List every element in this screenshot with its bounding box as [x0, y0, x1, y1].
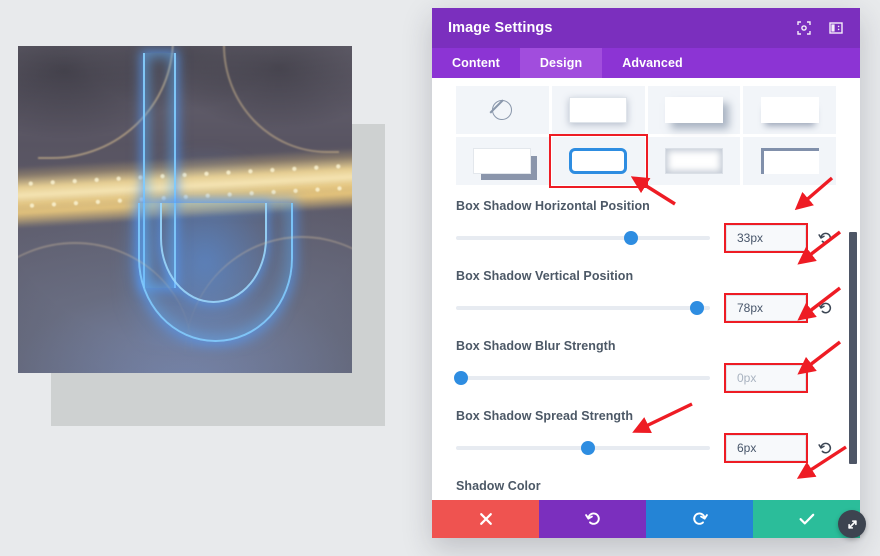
spread-strength-row: 6px: [456, 433, 836, 463]
modal-tabs: Content Design Advanced: [432, 48, 860, 78]
inner-shadow-swatch: [664, 148, 723, 174]
preview-image[interactable]: [18, 46, 352, 373]
blur-strength-input[interactable]: 0px: [724, 363, 808, 393]
slider-knob[interactable]: [624, 231, 639, 245]
horizontal-position-slider[interactable]: [456, 230, 710, 246]
slider-track: [456, 376, 710, 380]
horizontal-position-row: 33px: [456, 223, 836, 253]
blue-outline-shadow-swatch: [569, 148, 628, 174]
modal-header: Image Settings: [432, 8, 860, 48]
vertical-position-input[interactable]: 78px: [724, 293, 808, 323]
inner-shadow-preset[interactable]: [647, 137, 741, 185]
tab-content[interactable]: Content: [432, 48, 520, 78]
bottom-blur-shadow-swatch: [760, 97, 819, 123]
slider-track: [456, 306, 710, 310]
modal-footer: [432, 500, 860, 538]
redo-button[interactable]: [646, 500, 753, 538]
reset-spread-strength-icon[interactable]: [814, 441, 836, 456]
canvas-preview-area: [0, 0, 440, 556]
blur-strength-label: Box Shadow Blur Strength: [456, 339, 616, 353]
modal-title: Image Settings: [448, 20, 553, 36]
no-shadow-preset[interactable]: [456, 86, 549, 134]
vertical-position-label: Box Shadow Vertical Position: [456, 269, 634, 283]
undo-button[interactable]: [539, 500, 646, 538]
tab-design[interactable]: Design: [519, 48, 603, 78]
top-left-border-shadow-preset[interactable]: [743, 137, 836, 185]
modal-scroll-content: Box Shadow Horizontal Position 33px Box …: [432, 78, 860, 500]
blue-outline-shadow-preset[interactable]: [548, 134, 648, 188]
hard-offset-shadow-preset[interactable]: [456, 137, 549, 185]
modal-scrollbar-thumb[interactable]: [849, 232, 857, 464]
no-shadow-icon: [492, 100, 513, 120]
box-shadow-preset-grid: [456, 86, 836, 188]
bottom-right-shadow-swatch: [664, 97, 723, 123]
slider-knob[interactable]: [454, 371, 469, 385]
horizontal-position-input[interactable]: 33px: [724, 223, 808, 253]
photo-overlay-haze: [18, 46, 352, 373]
vertical-position-slider[interactable]: [456, 300, 710, 316]
slider-knob[interactable]: [581, 441, 596, 455]
shadow-color-label: Shadow Color: [456, 479, 541, 493]
modal-scrollbar[interactable]: [849, 82, 857, 496]
spread-strength-input[interactable]: 6px: [724, 433, 808, 463]
image-settings-modal: Image Settings Content Design Advanced B…: [432, 8, 860, 538]
spread-strength-label: Box Shadow Spread Strength: [456, 409, 634, 423]
bottom-blur-shadow-preset[interactable]: [743, 86, 836, 134]
vertical-position-row: 78px: [456, 293, 836, 323]
soft-shadow-preset[interactable]: [551, 86, 645, 134]
soft-shadow-swatch: [569, 97, 628, 123]
cancel-button[interactable]: [432, 500, 539, 538]
bottom-right-shadow-preset[interactable]: [647, 86, 741, 134]
horizontal-position-label: Box Shadow Horizontal Position: [456, 199, 650, 213]
reset-horizontal-position-icon[interactable]: [814, 231, 836, 246]
reset-vertical-position-icon[interactable]: [814, 301, 836, 316]
layout-panel-icon[interactable]: [828, 20, 844, 36]
modal-resize-handle[interactable]: [838, 510, 866, 538]
blur-strength-slider[interactable]: [454, 370, 710, 386]
blur-strength-row: 0px: [454, 363, 836, 393]
spread-strength-slider[interactable]: [456, 440, 710, 456]
top-left-border-shadow-swatch: [760, 148, 819, 174]
modal-body: Box Shadow Horizontal Position 33px Box …: [432, 78, 860, 500]
slider-track: [456, 236, 710, 240]
slider-knob[interactable]: [690, 301, 705, 315]
tab-advanced[interactable]: Advanced: [602, 48, 703, 78]
hard-offset-shadow-swatch: [473, 148, 532, 174]
focus-icon[interactable]: [796, 20, 812, 36]
